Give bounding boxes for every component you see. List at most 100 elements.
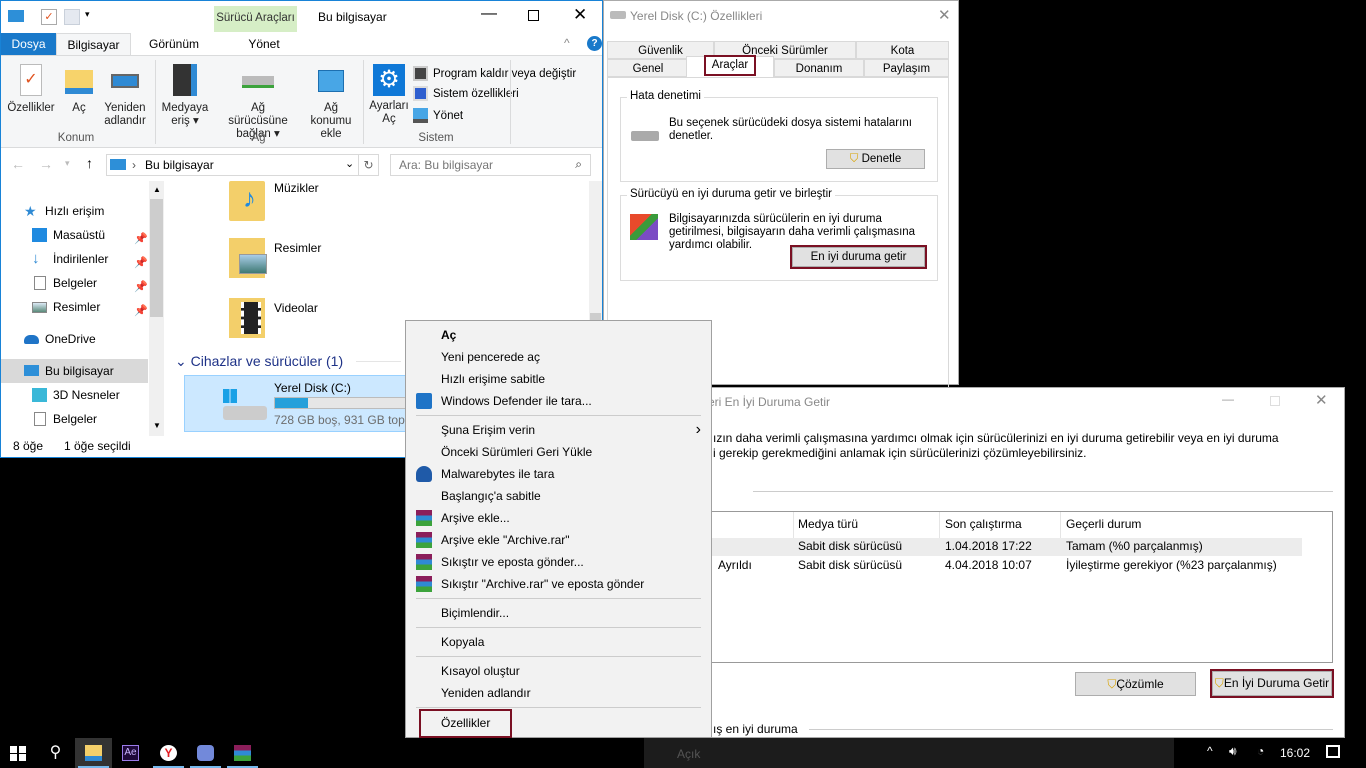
menu-item[interactable]: Windows Defender ile tara... [406, 390, 711, 412]
add-network-location-button[interactable]: Ağ konumu ekle [307, 64, 355, 141]
menu-item[interactable]: Hızlı erişime sabitle [406, 368, 711, 390]
devices-group-header[interactable]: ⌄ Cihazlar ve sürücüler (1) [175, 353, 343, 370]
optimize-button[interactable]: ⛉En İyi Duruma Getir [1210, 669, 1334, 698]
uninstall-program-button[interactable]: Program kaldır veya değiştir [413, 64, 576, 84]
menu-item[interactable]: Biçimlendir... [406, 602, 711, 624]
notification-center-icon[interactable] [1326, 745, 1340, 758]
close-button[interactable]: ✕ [1315, 391, 1328, 409]
computer-icon[interactable] [8, 10, 24, 22]
menu-item[interactable]: Özellikler [406, 709, 711, 738]
minimize-button[interactable]: — [1222, 392, 1234, 406]
menu-item[interactable]: Sıkıştır "Archive.rar" ve eposta gönder [406, 573, 711, 595]
collapse-ribbon-icon[interactable]: ^ [564, 36, 570, 50]
menu-item[interactable]: Başlangıç'a sabitle [406, 485, 711, 507]
open-settings-button[interactable]: ⚙ Ayarları Aç [367, 64, 411, 126]
tab-bilgisayar[interactable]: Bilgisayar [56, 33, 131, 55]
drives-list[interactable] [685, 511, 1333, 663]
row-1-media[interactable]: Sabit disk sürücüsü [798, 539, 902, 553]
column-header-last-run[interactable]: Son çalıştırma [945, 517, 1022, 531]
nav-item-onedrive[interactable]: OneDrive [1, 327, 148, 351]
nav-item-desktop[interactable]: Masaüstü 📌 [1, 223, 148, 247]
menu-item[interactable]: Arşive ekle... [406, 507, 711, 529]
wifi-icon[interactable]: ◔ [1257, 744, 1264, 758]
column-header-current-status[interactable]: Geçerli durum [1066, 517, 1141, 531]
properties-button[interactable]: ✓ Özellikler [5, 64, 57, 115]
optimize-button[interactable]: En iyi duruma getir [790, 245, 927, 269]
nav-scrollbar[interactable]: ▲ ▼ [149, 181, 164, 436]
menu-item[interactable]: Yeniden adlandır [406, 682, 711, 704]
media-access-button[interactable]: Medyaya eriş ▾ [159, 64, 211, 128]
row-1-status[interactable]: Tamam (%0 parçalanmış) [1066, 539, 1203, 553]
start-button[interactable] [0, 738, 37, 768]
refresh-button[interactable]: ↻ [358, 154, 379, 176]
help-icon[interactable]: ? [587, 36, 602, 51]
taskbar-winrar[interactable] [224, 738, 261, 768]
address-dropdown-icon[interactable]: ⌄ [345, 157, 354, 170]
pin-icon[interactable]: 📌 [134, 299, 148, 323]
check-button[interactable]: ⛉ Denetle [826, 149, 925, 169]
row-2-status[interactable]: İyileştirme gerekiyor (%23 parçalanmış) [1066, 558, 1277, 572]
row-2-drive[interactable]: Ayrıldı [718, 558, 752, 572]
customize-toolbar-icon[interactable]: ▾ [85, 9, 90, 20]
manage-button[interactable]: Yönet [413, 106, 463, 126]
map-network-drive-button[interactable]: Ağ sürücüsüne bağlan ▾ [223, 64, 293, 141]
properties-quick-icon[interactable]: ✓ [41, 9, 57, 25]
row-2-last-run[interactable]: 4.04.2018 10:07 [945, 558, 1032, 572]
nav-item-this-pc[interactable]: Bu bilgisayar [1, 359, 148, 383]
forward-button[interactable]: → [39, 156, 53, 172]
folder-label[interactable]: Videolar [274, 301, 318, 315]
nav-item-documents-2[interactable]: Belgeler [1, 407, 148, 431]
search-input[interactable]: Ara: Bu bilgisayar ⌕ [390, 154, 591, 176]
tab-kota[interactable]: Kota [856, 41, 949, 59]
scroll-thumb[interactable] [150, 199, 163, 317]
close-button[interactable]: ✕ [573, 5, 587, 25]
recent-locations-button[interactable]: ▾ [65, 158, 70, 169]
menu-item[interactable]: Aç [406, 324, 711, 346]
minimize-button[interactable]: — [481, 5, 497, 23]
nav-item-pictures[interactable]: Resimler 📌 [1, 295, 148, 319]
back-button[interactable]: ← [11, 156, 25, 172]
tab-araclar[interactable]: Araçlar [686, 55, 774, 78]
pictures-folder-icon[interactable] [229, 238, 267, 278]
clock[interactable]: 16:02 [1280, 746, 1310, 760]
nav-item-quick-access[interactable]: ★ Hızlı erişim [1, 199, 148, 223]
open-button[interactable]: Aç [63, 64, 95, 115]
nav-item-downloads[interactable]: ↓ İndirilenler 📌 [1, 247, 148, 271]
taskbar-file-explorer[interactable] [75, 738, 112, 768]
taskbar-after-effects[interactable]: Ae [112, 738, 149, 768]
analyze-button[interactable]: ⛉Çözümle [1075, 672, 1196, 696]
tab-gorunum[interactable]: Görünüm [137, 33, 211, 55]
drive-tile-c[interactable]: Yerel Disk (C:) 728 GB boş, 931 GB topla… [184, 375, 424, 432]
videos-folder-icon[interactable] [229, 298, 265, 338]
address-bar[interactable]: › Bu bilgisayar ⌄ [106, 154, 359, 176]
nav-item-3d-objects[interactable]: 3D Nesneler [1, 383, 148, 407]
folder-label[interactable]: Resimler [274, 241, 321, 255]
show-hidden-icons[interactable]: ^ [1207, 744, 1213, 758]
rename-button[interactable]: Yeniden adlandır [99, 64, 151, 128]
close-button[interactable]: ✕ [938, 6, 951, 24]
tab-paylasim[interactable]: Paylaşım [864, 59, 949, 77]
tab-donanim[interactable]: Donanım [774, 59, 864, 77]
up-button[interactable]: ↑ [86, 155, 93, 171]
tab-dosya[interactable]: Dosya [1, 33, 56, 55]
new-folder-quick-icon[interactable] [64, 9, 80, 25]
menu-item[interactable]: Sıkıştır ve eposta gönder... [406, 551, 711, 573]
menu-item[interactable]: Kısayol oluştur [406, 660, 711, 682]
music-folder-icon[interactable]: ♪ [229, 181, 265, 221]
search-button[interactable]: ⚲ [37, 738, 74, 768]
menu-item[interactable]: Arşive ekle "Archive.rar" [406, 529, 711, 551]
menu-item[interactable]: Yeni pencerede aç [406, 346, 711, 368]
scroll-up-icon[interactable]: ▲ [153, 185, 161, 194]
system-properties-button[interactable]: Sistem özellikleri [413, 84, 519, 104]
scroll-down-icon[interactable]: ▼ [153, 421, 161, 430]
folder-label[interactable]: Müzikler [274, 181, 319, 195]
row-1-last-run[interactable]: 1.04.2018 17:22 [945, 539, 1032, 553]
menu-item[interactable]: Kopyala [406, 631, 711, 653]
volume-icon[interactable]: 🔊︎ [1229, 744, 1237, 759]
nav-item-documents[interactable]: Belgeler 📌 [1, 271, 148, 295]
maximize-button[interactable] [528, 10, 539, 21]
menu-item[interactable]: Önceki Sürümleri Geri Yükle [406, 441, 711, 463]
menu-item[interactable]: Şuna Erişim verin › [406, 419, 711, 441]
column-header-media-type[interactable]: Medya türü [798, 517, 858, 531]
tab-yonet[interactable]: Yönet [233, 33, 295, 55]
